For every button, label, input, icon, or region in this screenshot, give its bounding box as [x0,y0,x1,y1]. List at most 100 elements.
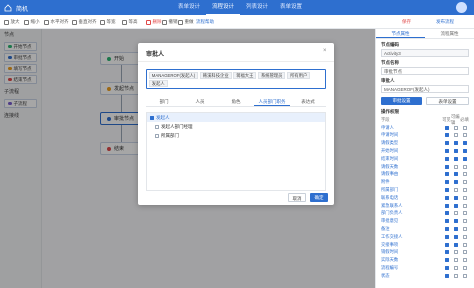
checkbox-required[interactable] [462,219,467,224]
checkbox-required[interactable] [462,266,467,271]
checkbox-required[interactable] [462,258,467,263]
checkbox-editable[interactable] [453,188,458,193]
checkbox-visible[interactable] [444,250,449,255]
selected-approvers-box[interactable]: MANAGEROF(发起人) 韩溪科技企业 蒋福大王 系统管理员 所有用户 发起… [146,69,326,89]
approver-tag[interactable]: 韩溪科技企业 [199,71,232,79]
tab-person-dept-position[interactable]: 人员部门职务 [254,97,290,106]
tab-list-design[interactable]: 列表设计 [240,0,274,15]
checkbox-editable[interactable] [453,164,458,169]
delete-button[interactable]: 删除 [146,18,162,26]
checkbox-required[interactable] [462,149,467,154]
checkbox-required[interactable] [462,172,467,177]
checkbox-editable[interactable] [453,195,458,200]
checkbox-visible[interactable] [444,273,449,278]
confirm-button[interactable]: 确定 [310,193,328,202]
tab-flow-design[interactable]: 流程设计 [206,0,241,15]
checkbox-visible[interactable] [444,266,449,271]
checkbox-visible[interactable] [444,195,449,200]
tab-flow-properties[interactable]: 流程属性 [425,29,474,38]
checkbox-visible[interactable] [444,211,449,216]
checkbox-editable[interactable] [453,219,458,224]
cancel-button[interactable]: 取消 [288,193,306,202]
publish-button[interactable]: 发布流程 [436,18,454,26]
checkbox-required[interactable] [462,141,467,146]
checkbox-visible[interactable] [444,219,449,224]
checkbox-visible[interactable] [444,164,449,169]
checkbox-required[interactable] [462,203,467,208]
undo-button[interactable]: 撤销 [162,18,178,26]
checkbox-required[interactable] [462,211,467,216]
checkbox-visible[interactable] [444,242,449,247]
checkbox-visible[interactable] [444,156,449,161]
checkbox-required[interactable] [462,156,467,161]
list-item[interactable]: 所属部门 [147,131,325,140]
checkbox-editable[interactable] [453,172,458,177]
avatar[interactable] [456,2,467,13]
tab-department[interactable]: 部门 [146,97,182,106]
checkbox-visible[interactable] [444,133,449,138]
checkbox-editable[interactable] [453,125,458,130]
checkbox-editable[interactable] [453,211,458,216]
checkbox-editable[interactable] [453,266,458,271]
checkbox-visible[interactable] [444,188,449,193]
checkbox-editable[interactable] [453,242,458,247]
checkbox-editable[interactable] [453,250,458,255]
checkbox-required[interactable] [462,250,467,255]
help-button[interactable]: 流程帮助 [196,18,214,26]
checkbox[interactable] [155,124,159,129]
checkbox-visible[interactable] [444,172,449,177]
tab-expression[interactable]: 表达式 [290,97,326,106]
checkbox-editable[interactable] [453,156,458,161]
tab-form-design[interactable]: 表单设计 [172,0,206,15]
checkbox-editable[interactable] [453,273,458,278]
checkbox-editable[interactable] [453,180,458,185]
checkbox-visible[interactable] [444,203,449,208]
approval-settings-button[interactable]: 审批设置 [381,97,422,105]
checkbox-required[interactable] [462,195,467,200]
approvers-field[interactable]: MANAGEROF(发起人) [381,85,469,93]
checkbox-editable[interactable] [453,149,458,154]
checkbox-editable[interactable] [453,258,458,263]
checkbox-required[interactable] [462,164,467,169]
checkbox-required[interactable] [462,273,467,278]
checkbox-visible[interactable] [444,258,449,263]
save-button[interactable]: 保存 [402,18,411,26]
checkbox-visible[interactable] [444,125,449,130]
same-height-button[interactable]: 等高 [122,18,138,26]
checkbox-visible[interactable] [444,227,449,232]
checkbox-required[interactable] [462,133,467,138]
tab-person[interactable]: 人员 [182,97,218,106]
checkbox-required[interactable] [462,234,467,239]
checkbox-required[interactable] [462,125,467,130]
checkbox-editable[interactable] [453,227,458,232]
node-code-field[interactable]: Activity3 [381,49,469,57]
checkbox-visible[interactable] [444,141,449,146]
list-item[interactable]: 发起人部门经理 [147,122,325,131]
checkbox-required[interactable] [462,180,467,185]
node-name-field[interactable]: 审批节点 [381,67,469,75]
checkbox[interactable] [150,115,154,120]
redo-button[interactable]: 重做 [178,18,194,26]
checkbox-required[interactable] [462,188,467,193]
home-icon[interactable] [3,3,12,12]
checkbox[interactable] [155,133,159,138]
checkbox-editable[interactable] [453,141,458,146]
align-vertical-button[interactable]: 垂直对齐 [72,18,97,26]
align-horizontal-button[interactable]: 水平对齐 [44,18,69,26]
tab-node-properties[interactable]: 节点属性 [376,29,425,38]
same-width-button[interactable]: 等宽 [100,18,116,26]
tab-form-settings[interactable]: 表单设置 [274,0,308,15]
checkbox-visible[interactable] [444,234,449,239]
checkbox-editable[interactable] [453,133,458,138]
approver-tag[interactable]: MANAGEROF(发起人) [148,71,199,79]
zoom-in-button[interactable]: 放大 [4,18,20,26]
checkbox-editable[interactable] [453,203,458,208]
checkbox-required[interactable] [462,227,467,232]
checkbox-visible[interactable] [444,149,449,154]
form-settings-button[interactable]: 表单设置 [426,97,469,105]
list-item[interactable]: 发起人 [147,113,325,122]
tab-role[interactable]: 角色 [218,97,254,106]
approver-tag[interactable]: 系统管理员 [258,71,286,79]
approver-tag[interactable]: 蒋福大王 [233,71,257,79]
checkbox-required[interactable] [462,242,467,247]
